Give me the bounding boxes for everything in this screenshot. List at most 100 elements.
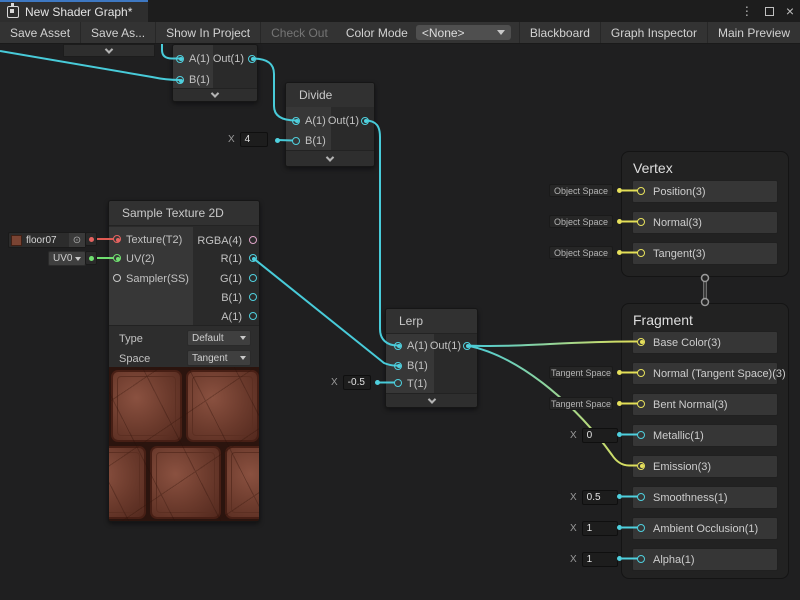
type-label: Type: [119, 333, 143, 345]
save-asset-button[interactable]: Save Asset: [0, 22, 81, 43]
divide-node-title: Divide: [286, 83, 374, 108]
show-in-project-button[interactable]: Show In Project: [156, 22, 261, 43]
port-math-b[interactable]: [176, 76, 184, 84]
math-node-preview-toggle[interactable]: [173, 88, 257, 101]
texture-tile: [186, 370, 259, 442]
fragment-row-emission[interactable]: Emission(3): [632, 455, 778, 478]
save-as-button[interactable]: Save As...: [81, 22, 156, 43]
position-space-pill: Object Space: [549, 184, 613, 197]
port-frag-alpha[interactable]: [637, 555, 645, 563]
sample-texture-2d-node[interactable]: Sample Texture 2D Texture(T2) UV(2) Samp…: [108, 200, 260, 522]
port-divide-out[interactable]: [361, 117, 369, 125]
port-frag-base-color[interactable]: [637, 338, 645, 346]
port-sample-texture[interactable]: [113, 235, 121, 243]
ao-default-field[interactable]: X 1: [570, 520, 618, 536]
port-lerp-a[interactable]: [394, 342, 402, 350]
fragment-row-smoothness[interactable]: Smoothness(1): [632, 486, 778, 509]
fragment-row-metallic[interactable]: Metallic(1): [632, 424, 778, 447]
main-preview-button[interactable]: Main Preview: [708, 22, 800, 43]
divide-node[interactable]: Divide A(1) B(1) Out(1): [285, 82, 375, 167]
port-sample-a[interactable]: [249, 312, 257, 320]
port-label: B(1): [305, 135, 326, 147]
port-math-a[interactable]: [176, 55, 184, 63]
fragment-row-bent-normal[interactable]: Bent Normal(3): [632, 393, 778, 416]
type-dropdown[interactable]: Default: [187, 330, 251, 346]
fragment-row-normal[interactable]: Normal (Tangent Space)(3): [632, 362, 778, 385]
lerp-preview-toggle[interactable]: [386, 393, 477, 407]
x-value[interactable]: -0.5: [343, 375, 371, 390]
port-label: RGBA(4): [197, 235, 242, 247]
vertex-block[interactable]: Vertex Position(3) Normal(3) Tangent(3): [621, 151, 789, 277]
x-label: X: [331, 377, 338, 388]
divide-b-default-field[interactable]: X 4: [228, 131, 268, 147]
tab-title: New Shader Graph*: [25, 5, 132, 19]
metallic-default-field[interactable]: X 0: [570, 427, 618, 443]
port-vertex-position[interactable]: [637, 187, 645, 195]
port-sample-rgba[interactable]: [249, 236, 257, 244]
edge-lerp-to-base-color[interactable]: [467, 341, 637, 346]
port-label: A(1): [305, 115, 326, 127]
row-label: Position(3): [653, 186, 706, 198]
color-mode-dropdown[interactable]: <None>: [416, 25, 511, 40]
port-sample-sampler[interactable]: [113, 274, 121, 282]
x-value[interactable]: 0.5: [582, 490, 618, 505]
math-node[interactable]: A(1) B(1) Out(1): [172, 44, 258, 102]
alpha-default-field[interactable]: X 1: [570, 551, 618, 567]
ao-stub-dot: [617, 525, 622, 530]
graph-toolbar: Save Asset Save As... Show In Project Ch…: [0, 22, 800, 44]
port-math-out[interactable]: [248, 55, 256, 63]
port-sample-b[interactable]: [249, 293, 257, 301]
chevron-down-icon: [326, 153, 334, 161]
port-lerp-t[interactable]: [394, 379, 402, 387]
fragment-title: Fragment: [622, 304, 788, 328]
texture-object-field[interactable]: floor07 ⊙: [8, 232, 86, 248]
edge-sample-r-to-lerp-b[interactable]: [253, 258, 398, 366]
fragment-row-base-color[interactable]: Base Color(3): [632, 331, 778, 354]
maximize-icon[interactable]: [765, 7, 774, 16]
port-sample-g[interactable]: [249, 274, 257, 282]
port-label: Out(1): [430, 340, 461, 352]
vertex-row-normal[interactable]: Normal(3): [632, 211, 778, 234]
vertex-row-tangent[interactable]: Tangent(3): [632, 242, 778, 265]
port-frag-bent-normal[interactable]: [637, 400, 645, 408]
texture-name: floor07: [26, 235, 57, 246]
vertex-row-position[interactable]: Position(3): [632, 180, 778, 203]
port-frag-emission[interactable]: [637, 462, 645, 470]
fragment-block[interactable]: Fragment Base Color(3) Normal (Tangent S…: [621, 303, 789, 579]
chevron-down-icon: [75, 257, 81, 261]
port-sample-uv[interactable]: [113, 254, 121, 262]
object-picker-icon[interactable]: ⊙: [69, 233, 85, 247]
graph-inspector-button[interactable]: Graph Inspector: [601, 22, 708, 43]
smoothness-default-field[interactable]: X 0.5: [570, 489, 618, 505]
fragment-row-alpha[interactable]: Alpha(1): [632, 548, 778, 571]
tab-new-shader-graph[interactable]: New Shader Graph*: [0, 2, 148, 22]
port-vertex-normal[interactable]: [637, 218, 645, 226]
port-lerp-b[interactable]: [394, 362, 402, 370]
position-stub-dot: [617, 188, 622, 193]
row-label: Ambient Occlusion(1): [653, 523, 758, 535]
blackboard-button[interactable]: Blackboard: [519, 22, 601, 43]
x-value[interactable]: 0: [582, 428, 618, 443]
check-out-button: Check Out: [261, 22, 338, 43]
port-frag-smoothness[interactable]: [637, 493, 645, 501]
clipped-node-preview-toggle[interactable]: [63, 44, 155, 57]
port-frag-ao[interactable]: [637, 524, 645, 532]
uv-channel-dropdown[interactable]: UV0: [48, 251, 86, 266]
port-lerp-out[interactable]: [463, 342, 471, 350]
more-options-icon[interactable]: ⋮: [741, 4, 753, 18]
port-frag-normal[interactable]: [637, 369, 645, 377]
x-value[interactable]: 1: [582, 552, 618, 567]
port-sample-r[interactable]: [249, 254, 257, 262]
port-divide-b[interactable]: [292, 137, 300, 145]
port-frag-metallic[interactable]: [637, 431, 645, 439]
space-dropdown[interactable]: Tangent: [187, 350, 251, 366]
x-value[interactable]: 1: [582, 521, 618, 536]
lerp-t-default-field[interactable]: X -0.5: [331, 374, 371, 390]
port-vertex-tangent[interactable]: [637, 249, 645, 257]
port-divide-a[interactable]: [292, 117, 300, 125]
divide-preview-toggle[interactable]: [286, 150, 374, 166]
lerp-node[interactable]: Lerp A(1) B(1) T(1) Out(1): [385, 308, 478, 408]
x-value[interactable]: 4: [240, 132, 268, 147]
close-icon[interactable]: ×: [786, 4, 794, 18]
fragment-row-ambient-occlusion[interactable]: Ambient Occlusion(1): [632, 517, 778, 540]
